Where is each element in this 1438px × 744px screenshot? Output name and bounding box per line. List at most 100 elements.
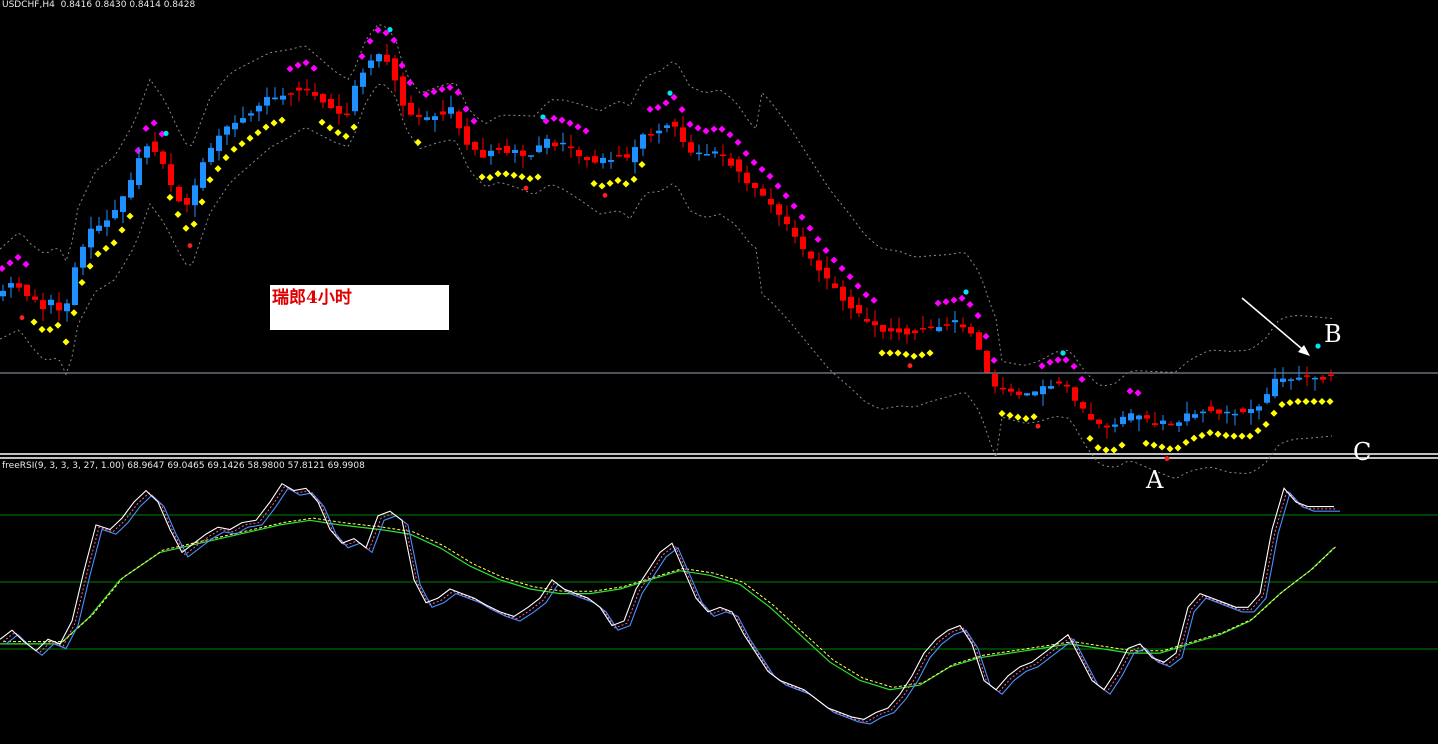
bear-candle [504,145,510,153]
support-dot [270,119,278,127]
bear-candle [160,151,166,164]
support-dot [1102,446,1110,454]
bull-candle [8,283,14,288]
bear-candle [392,58,398,81]
resistance-dot [766,172,774,180]
bull-candle [424,117,430,120]
bear-candle [808,251,814,259]
bear-candle [1056,381,1062,384]
resistance-dot [862,291,870,299]
bear-candle [848,296,854,309]
bear-candle [1208,406,1214,411]
bear-candle [832,283,838,289]
bull-candle [80,246,86,268]
resistance-dot [582,127,590,135]
resistance-dot [566,119,574,127]
support-dot [118,226,126,234]
bear-candle [824,267,830,279]
bull-candle [1288,379,1294,381]
top-signal-dot [667,90,673,96]
support-dot [998,409,1006,418]
bottom-signal-dot [187,243,193,248]
close-value: 0.8428 [163,0,196,10]
support-dot [534,173,542,181]
bull-candle [528,155,534,157]
bull-candle [280,95,286,100]
rsi-signal-line [5,487,1340,725]
bull-candle [512,149,518,153]
top-signal-dot [387,27,393,33]
bull-candle [224,126,230,135]
bull-candle [952,320,958,323]
support-dot [886,349,894,357]
bull-candle [536,145,542,153]
bear-candle [1072,387,1078,401]
bull-candle [640,134,646,149]
support-dot [1158,443,1166,451]
support-dot [1022,415,1030,423]
bottom-signal-dot [19,315,25,321]
bear-candle [616,155,622,157]
bull-candle [544,138,550,148]
bull-candle [1272,378,1278,397]
bear-candle [728,158,734,166]
support-dot [342,132,350,140]
bull-candle [128,180,134,198]
bear-candle [32,296,38,300]
open-value: 0.8416 [60,0,93,10]
bear-candle [896,328,902,333]
resistance-dot [550,114,558,122]
bull-candle [1128,413,1134,421]
bear-candle [856,305,862,314]
bear-candle [768,198,774,205]
bull-candle [64,303,70,312]
resistance-dot [870,296,878,304]
resistance-dot [286,65,294,73]
resistance-dot [982,332,990,340]
support-dot [206,176,214,184]
bear-candle [480,149,486,158]
support-dot [614,176,622,184]
resistance-dot [854,282,862,290]
bear-candle [744,172,750,184]
bear-candle [576,149,582,157]
bear-candle [968,327,974,334]
bear-candle [312,92,318,96]
support-dot [638,160,646,169]
bull-candle [1248,409,1254,414]
resistance-dot [1070,362,1078,370]
support-dot [1262,420,1270,428]
bull-candle [1048,386,1054,389]
bull-candle [88,228,94,248]
support-dot [622,180,630,188]
support-dot [926,349,934,357]
support-dot [1094,444,1102,452]
support-dot [910,352,918,360]
bull-candle [192,185,198,206]
bull-candle [1224,411,1230,414]
resistance-dot [774,182,782,190]
resistance-dot [750,158,758,166]
bull-candle [264,97,270,106]
support-dot [278,116,286,124]
bull-candle [232,122,238,130]
resistance-dot [1134,389,1142,397]
bear-candle [784,216,790,225]
support-dot [30,318,38,326]
resistance-dot [150,119,158,127]
bull-candle [632,147,638,163]
support-dot [214,165,222,173]
support-dot [486,173,494,181]
support-dot [1150,441,1158,449]
bear-candle [1144,415,1150,419]
bull-candle [272,97,278,100]
bull-candle [448,107,454,114]
rsi-main-line [0,482,1334,720]
support-dot [86,262,94,270]
rsi-slow-signal-line [3,517,1338,688]
resistance-dot [838,264,846,272]
bull-candle [240,118,246,123]
bear-candle [304,88,310,91]
bear-candle [520,150,526,156]
bull-candle [936,327,942,332]
